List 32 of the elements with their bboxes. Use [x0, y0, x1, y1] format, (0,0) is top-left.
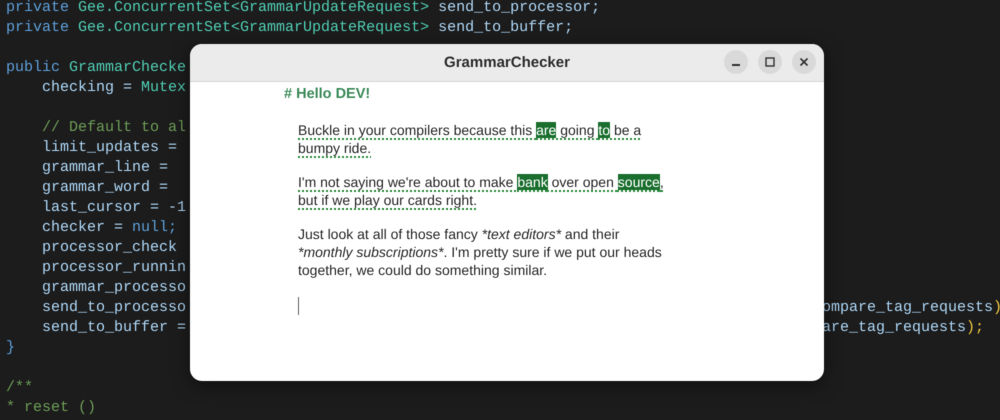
- maximize-icon: [765, 57, 775, 67]
- code-line: ompare_tag_requests): [822, 299, 1000, 316]
- code-line: public GrammarChecke: [6, 59, 186, 76]
- code-line: are_tag_requests);: [822, 319, 984, 336]
- window-title: GrammarChecker: [444, 54, 570, 71]
- markdown-heading: # Hello DEV!: [284, 85, 372, 103]
- code-line: last_cursor = -1: [41, 199, 186, 216]
- code-line: send_to_processo: [41, 299, 186, 316]
- code-line: grammar_line =: [41, 159, 168, 176]
- code-line: // Default to al: [41, 119, 186, 136]
- code-line: checking = Mutex: [41, 79, 186, 96]
- minimize-button[interactable]: [724, 50, 748, 74]
- code-line: processor_runnin: [41, 259, 186, 276]
- code-line: private Gee.ConcurrentSet<GrammarUpdateRequest> send_to_processor;: [6, 0, 600, 16]
- paragraph-text: Buckle in your compilers because this are going to be a bumpy ride.: [298, 121, 642, 157]
- code-line: * reset (): [6, 399, 96, 416]
- close-button[interactable]: [792, 50, 816, 74]
- code-line: grammar_word =: [41, 179, 168, 196]
- code-line: grammar_processo: [41, 279, 186, 296]
- code-line: /**: [6, 379, 34, 396]
- code-line: processor_check: [41, 239, 178, 256]
- code-line: private Gee.ConcurrentSet<GrammarUpdateRequest> send_to_buffer;: [6, 19, 574, 36]
- paragraph-text: I'm not saying we're about to make bank over open source, but if we play our cards right.: [298, 173, 665, 209]
- code-line: checker = null;: [41, 219, 178, 236]
- code-line: limit_updates =: [41, 139, 178, 156]
- code-line: }: [6, 339, 16, 356]
- code-line: send_to_buffer =: [41, 319, 186, 336]
- paragraph-text: Just look at all of those fancy *text editors* and their *monthly subscriptions*. I'm pretty sure if we put our heads together, we could do something similar.: [298, 225, 663, 279]
- text-cursor: [298, 297, 299, 315]
- minimize-icon: [732, 64, 740, 66]
- maximize-button[interactable]: [758, 50, 782, 74]
- close-icon: [799, 57, 809, 67]
